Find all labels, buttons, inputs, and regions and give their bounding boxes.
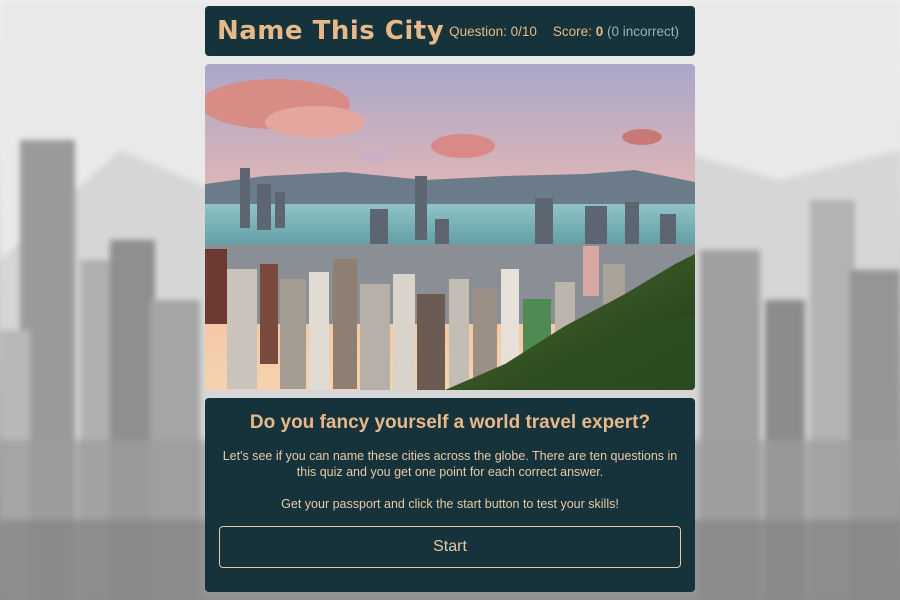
app-title: Name This City — [217, 16, 445, 46]
question-value: 0/10 — [510, 23, 537, 39]
quiz-app: Name This City Question: 0/10 Score: 0 (… — [205, 6, 695, 592]
quiz-stats: Question: 0/10 Score: 0 (0 incorrect) — [449, 24, 679, 39]
start-button[interactable]: Start — [219, 526, 681, 568]
city-photo — [205, 64, 695, 390]
intro-paragraph-cta: Get your passport and click the start bu… — [281, 497, 619, 511]
question-counter: Question: 0/10 — [449, 24, 537, 39]
incorrect-count: (0 incorrect) — [606, 23, 679, 39]
question-label: Question: — [449, 23, 507, 39]
quiz-header: Name This City Question: 0/10 Score: 0 (… — [205, 6, 695, 56]
score-value: 0 — [595, 23, 604, 39]
score-label: Score: — [552, 23, 592, 39]
intro-card: Do you fancy yourself a world travel exp… — [205, 398, 695, 592]
intro-heading: Do you fancy yourself a world travel exp… — [249, 412, 651, 433]
score-counter: Score: 0 (0 incorrect) — [553, 24, 679, 39]
intro-paragraph: Let's see if you can name these cities a… — [222, 449, 678, 479]
